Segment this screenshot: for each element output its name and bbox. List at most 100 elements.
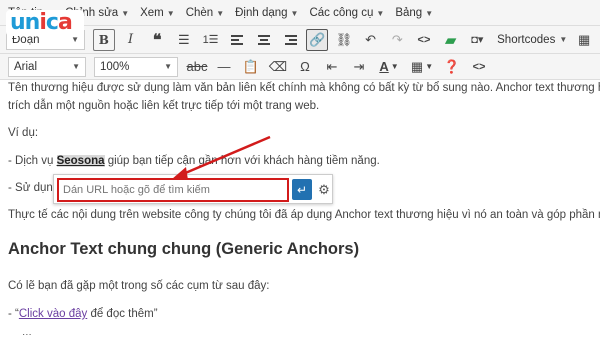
apply-link-button[interactable]: ↵	[292, 179, 312, 200]
paragraph-7-prefix: - “	[8, 308, 19, 320]
grid-button[interactable]: ▦	[573, 29, 595, 51]
chevron-down-icon: ▼	[390, 62, 399, 71]
horizontal-line-icon: ―	[217, 59, 231, 74]
quote-icon: ❝	[152, 31, 162, 49]
chevron-down-icon: ▼	[216, 8, 225, 18]
indent-button[interactable]: ⇥	[348, 56, 370, 78]
paragraph-7-suffix: để đọc thêm”	[87, 308, 158, 320]
omega-icon: Ω	[300, 59, 310, 74]
numbered-list-icon: 1☰	[202, 34, 219, 46]
chevron-down-icon: ▼	[164, 62, 172, 71]
paragraph-2: Ví dụ:	[8, 127, 39, 139]
undo-button[interactable]: ↶	[360, 29, 382, 51]
redo-button[interactable]: ↷	[386, 29, 408, 51]
paragraph-8-partial: - “ ...	[8, 334, 600, 341]
align-right-button[interactable]	[280, 29, 302, 51]
code-icon: <>	[417, 33, 431, 46]
link-insert-popup: ↵ ⚙	[53, 174, 333, 204]
menu-format[interactable]: Định dạng ▼	[235, 7, 298, 19]
redo-icon: ↷	[391, 31, 403, 47]
toolbar-secondary: Arial ▼ 100% ▼ abc ― 📋 ⌫ Ω ⇤ ⇥ A ▼ ▦ ▼ ❓…	[0, 54, 600, 80]
paragraph-1-line-2: trích dẫn một nguồn hoặc liên kết trực t…	[8, 100, 320, 112]
outdent-icon: ⇤	[326, 58, 338, 74]
paragraph-3-suffix: giúp bạn tiếp cận gần hơn với khách hàng…	[104, 155, 380, 167]
paragraph-1-line-1: Tên thương hiệu được sử dụng làm văn bản…	[8, 82, 600, 94]
menu-tools-label: Các công cụ	[309, 6, 374, 19]
chevron-down-icon: ▼	[559, 35, 568, 44]
indent-icon: ⇥	[353, 58, 365, 74]
grid-icon: ▦	[577, 31, 591, 47]
comment-icon: ▰	[444, 31, 457, 49]
align-center-button[interactable]	[253, 29, 275, 51]
chevron-down-icon: ▼	[121, 8, 130, 18]
help-icon: ❓	[443, 58, 461, 74]
font-family-value: Arial	[14, 60, 38, 73]
help-button[interactable]: ❓	[441, 56, 463, 78]
strikethrough-icon: abc	[186, 59, 208, 74]
toolbar-primary: Đoạn ▼ B I ❝ ☰ 1☰ 🔗 ⛓ ↶ ↷ <> ▰ ◘▾ Shortc…	[0, 26, 600, 54]
clear-format-button[interactable]: ⌫	[267, 56, 289, 78]
code-icon: <>	[472, 60, 486, 73]
menu-format-label: Định dạng	[235, 6, 288, 19]
menu-view[interactable]: Xem ▼	[140, 7, 175, 19]
font-size-select[interactable]: 100% ▼	[94, 56, 178, 77]
chevron-down-icon: ▼	[376, 8, 385, 18]
horizontal-line-button[interactable]: ―	[213, 56, 235, 78]
chevron-down-icon: ▼	[166, 8, 175, 18]
strikethrough-button[interactable]: abc	[186, 56, 208, 78]
paste-text-button[interactable]: 📋	[240, 56, 262, 78]
menu-bar: Tệp tin▼ Chỉnh sửa▼ Xem▼ Chèn▼ Định dạng…	[0, 0, 600, 26]
bullet-list-button[interactable]: ☰	[173, 29, 195, 51]
enter-icon: ↵	[296, 182, 308, 197]
chevron-down-icon: ▼	[72, 62, 80, 71]
chevron-down-icon: ▼	[290, 8, 299, 18]
unlink-button[interactable]: ⛓	[333, 29, 355, 51]
link-icon: 🔗	[309, 31, 326, 47]
selected-anchor-text[interactable]: Seosona	[56, 155, 105, 167]
shortcodes-dropdown[interactable]: Shortcodes ▼	[497, 29, 567, 51]
section-heading: Anchor Text chung chung (Generic Anchors…	[8, 240, 360, 258]
paragraph-3: - Dịch vụ Seosona giúp bạn tiếp cận gần …	[8, 155, 600, 167]
chevron-down-icon: ▼	[425, 62, 434, 71]
font-size-value: 100%	[100, 60, 130, 73]
paste-icon: 📋	[242, 58, 260, 74]
italic-icon: I	[127, 32, 134, 47]
eraser-icon: ⌫	[268, 58, 288, 74]
numbered-list-button[interactable]: 1☰	[200, 29, 222, 51]
chevron-down-icon: ▼	[425, 8, 434, 18]
unlink-icon: ⛓	[335, 31, 353, 47]
align-left-button[interactable]	[226, 29, 248, 51]
font-family-select[interactable]: Arial ▼	[8, 56, 86, 77]
link-settings-button[interactable]: ⚙	[316, 180, 332, 200]
paragraph-4-prefix: - Sử dụng	[8, 182, 60, 194]
italic-button[interactable]: I	[120, 29, 142, 51]
unica-logo: unica	[6, 10, 84, 36]
outdent-button[interactable]: ⇤	[321, 56, 343, 78]
blockquote-button[interactable]: ❝	[146, 29, 168, 51]
menu-insert[interactable]: Chèn ▼	[186, 7, 224, 19]
paragraph-6: Có lẽ bạn đã gặp một trong số các cụm từ…	[8, 280, 270, 292]
text-color-button[interactable]: A ▼	[375, 56, 403, 78]
embed-code-button[interactable]: <>	[468, 56, 490, 78]
click-here-link[interactable]: Click vào đây	[19, 308, 87, 320]
url-input[interactable]	[57, 178, 289, 202]
menu-view-label: Xem	[140, 6, 164, 19]
insert-link-button[interactable]: 🔗	[306, 28, 329, 51]
paragraph-5: Thực tế các nội dung trên website công t…	[8, 209, 600, 221]
media-icon: ◘▾	[471, 34, 484, 46]
align-center-icon	[257, 33, 270, 47]
menu-table[interactable]: Bảng ▼	[395, 7, 433, 19]
menu-table-label: Bảng	[395, 6, 423, 19]
table-button[interactable]: ▦ ▼	[408, 56, 436, 78]
bold-button[interactable]: B	[93, 28, 115, 51]
comment-button[interactable]: ▰	[440, 29, 462, 51]
text-color-icon: A	[379, 59, 389, 74]
gear-icon: ⚙	[318, 182, 330, 197]
table-icon: ▦	[410, 58, 424, 74]
special-char-button[interactable]: Ω	[294, 56, 316, 78]
menu-tools[interactable]: Các công cụ ▼	[309, 7, 384, 19]
undo-icon: ↶	[365, 31, 377, 47]
align-right-icon	[284, 33, 297, 47]
media-button[interactable]: ◘▾	[466, 29, 488, 51]
code-button[interactable]: <>	[413, 29, 435, 51]
